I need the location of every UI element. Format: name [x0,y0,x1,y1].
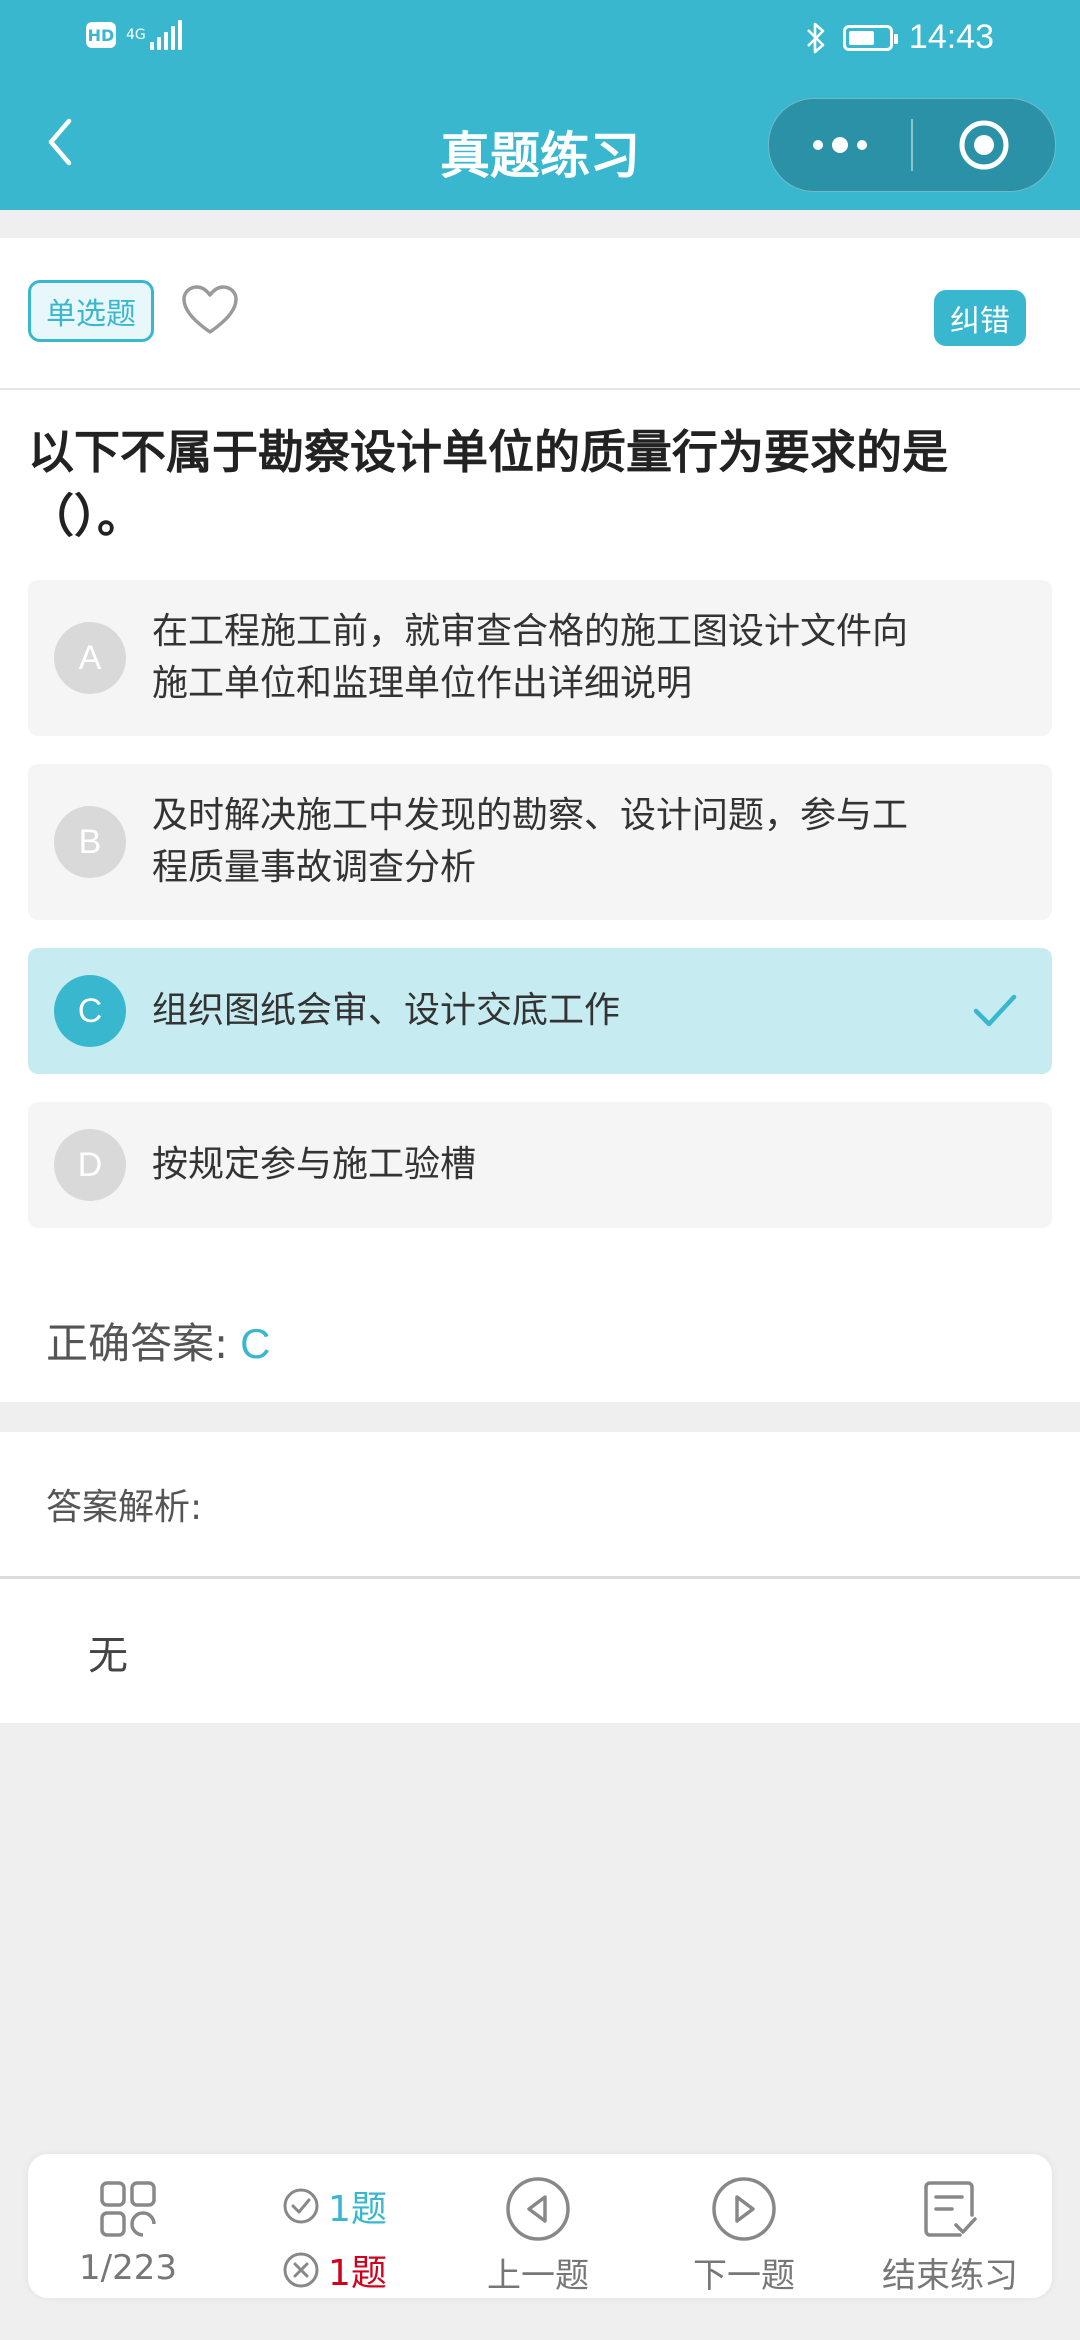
grid-icon [100,2181,156,2237]
battery-icon [842,24,898,51]
more-dots-icon [813,137,867,153]
end-label: 结束练习 [882,2256,1018,2296]
option-letter: C [54,975,126,1047]
analysis-body: 无 [0,1579,1080,1723]
prev-label: 上一题 [487,2256,589,2296]
favorite-heart-icon[interactable] [180,284,240,338]
next-circle-icon [712,2177,776,2241]
progress-label: 1/223 [79,2248,177,2288]
wrong-count-row: 1题 [282,2238,422,2302]
correct-count: 1题 [328,2189,387,2230]
check-circle-icon [283,2188,319,2224]
correct-answer-label: 正确答案: [46,1319,229,1368]
option-d[interactable]: D 按规定参与施工验槽 [28,1102,1052,1228]
signal-icon [149,20,182,50]
correct-count-row: 1题 [282,2174,422,2238]
question-header: 单选题 纠错 [0,238,1080,390]
wrong-count: 1题 [328,2253,387,2294]
option-b[interactable]: B 及时解决施工中发现的勘察、设计问题，参与工程质量事故调查分析 [28,764,1052,920]
question-text: 以下不属于勘察设计单位的质量行为要求的是（）。 [28,425,948,543]
question-area: 以下不属于勘察设计单位的质量行为要求的是（）。 A 在工程施工前，就审查合格的施… [0,390,1080,1402]
option-a[interactable]: A 在工程施工前，就审查合格的施工图设计文件向施工单位和监理单位作出详细说明 [28,580,1052,736]
target-circle-icon [959,120,1009,170]
option-text: 及时解决施工中发现的勘察、设计问题，参与工程质量事故调查分析 [152,795,909,888]
status-right: 14:43 [805,18,994,57]
network-label: 4G [126,27,146,43]
question-type-tag: 单选题 [28,280,154,342]
option-c[interactable]: C 组织图纸会审、设计交底工作 [28,948,1052,1074]
mini-program-capsule [768,98,1056,192]
more-button[interactable] [769,99,911,191]
report-error-button[interactable]: 纠错 [934,290,1026,346]
clock: 14:43 [908,18,994,56]
end-practice-button[interactable]: 结束练习 [850,2154,1050,2298]
close-button[interactable] [913,99,1055,191]
analysis-text: 无 [88,1633,128,1679]
battery-level [848,30,874,45]
question-list-button[interactable]: 1/223 [28,2154,228,2298]
correct-answer-value: C [240,1320,271,1367]
nav-bar: 真题练习 [0,80,1080,210]
status-bar: HD 4G 14:43 [0,0,1080,80]
correct-answer-row: 正确答案: C [46,1310,271,1371]
option-text: 在工程施工前，就审查合格的施工图设计文件向施工单位和监理单位作出详细说明 [152,611,909,704]
option-letter: A [54,622,126,694]
finish-sheet-icon [924,2181,977,2237]
next-label: 下一题 [693,2256,795,2296]
prev-question-button[interactable]: 上一题 [438,2154,638,2298]
x-circle-icon [283,2252,319,2288]
option-text: 组织图纸会审、设计交底工作 [152,990,621,1031]
bluetooth-icon [806,22,825,53]
score-stats: 1题 1题 [282,2174,422,2302]
status-left: HD 4G [86,20,182,50]
analysis-header: 答案解析: [0,1432,1080,1579]
option-text: 按规定参与施工验槽 [152,1144,477,1185]
option-letter: B [54,806,126,878]
prev-circle-icon [506,2177,570,2241]
checkmark-icon [973,994,1017,1027]
next-question-button[interactable]: 下一题 [644,2154,844,2298]
option-letter: D [54,1129,126,1201]
bottom-toolbar: 1/223 1题 1题 上一题 下一题 结束练习 [28,2154,1052,2298]
analysis-label: 答案解析: [46,1487,203,1528]
hd-badge: HD [86,22,116,48]
